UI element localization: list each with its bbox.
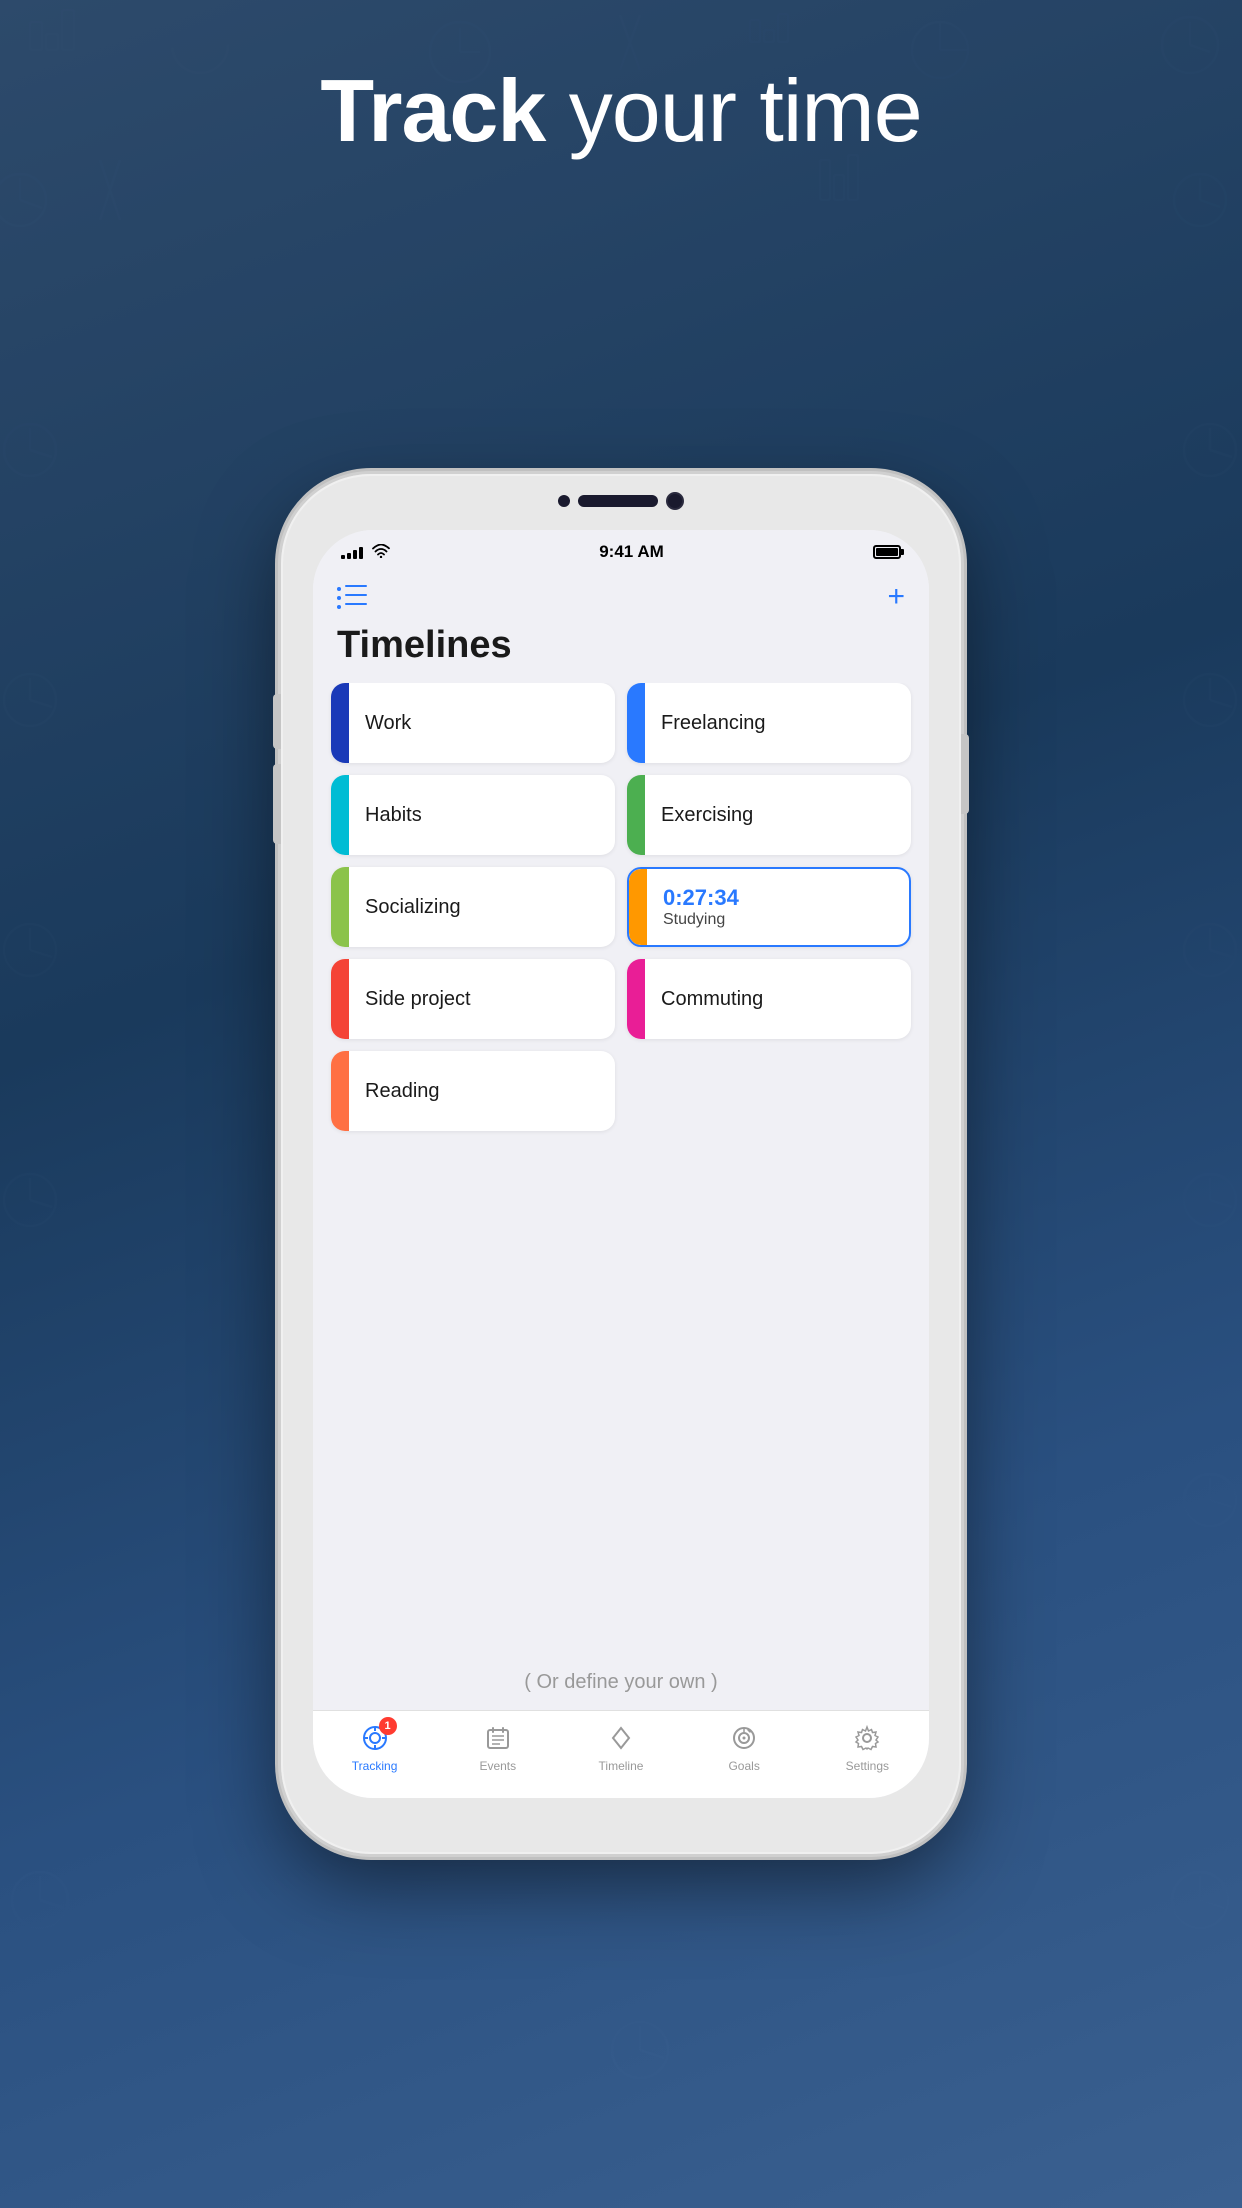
card-label-reading: Reading bbox=[349, 1080, 615, 1103]
timeline-card-freelancing[interactable]: Freelancing bbox=[627, 683, 911, 763]
timeline-card-exercising[interactable]: Exercising bbox=[627, 775, 911, 855]
events-tab-label: Events bbox=[479, 1759, 516, 1773]
card-label-habits: Habits bbox=[349, 804, 615, 827]
timeline-card-habits[interactable]: Habits bbox=[331, 775, 615, 855]
status-left bbox=[341, 544, 390, 561]
card-label-socializing: Socializing bbox=[349, 896, 615, 919]
hero-title: Track your time bbox=[0, 60, 1242, 162]
tab-events[interactable]: Events bbox=[458, 1721, 538, 1773]
tab-timeline[interactable]: Timeline bbox=[581, 1721, 661, 1773]
card-label-side-project: Side project bbox=[349, 988, 615, 1011]
card-accent-socializing bbox=[331, 867, 349, 947]
phone-body: 9:41 AM bbox=[281, 474, 961, 1854]
status-bar: 9:41 AM bbox=[313, 530, 929, 574]
power-button bbox=[961, 734, 969, 814]
card-accent-side-project bbox=[331, 959, 349, 1039]
volume-up-button bbox=[273, 694, 281, 749]
card-label-commuting: Commuting bbox=[645, 988, 911, 1011]
card-accent-studying bbox=[629, 869, 647, 945]
app-content: + Timelines Work Freelancing bbox=[313, 574, 929, 1798]
status-time: 9:41 AM bbox=[599, 542, 664, 562]
goals-tab-label: Goals bbox=[728, 1759, 759, 1773]
goals-icon-wrap bbox=[724, 1721, 764, 1755]
events-icon bbox=[484, 1724, 512, 1752]
timeline-card-work[interactable]: Work bbox=[331, 683, 615, 763]
phone-screen: 9:41 AM bbox=[313, 530, 929, 1798]
timeline-card-side-project[interactable]: Side project bbox=[331, 959, 615, 1039]
timeline-card-reading[interactable]: Reading bbox=[331, 1051, 615, 1131]
add-timeline-button[interactable]: + bbox=[887, 582, 905, 612]
goals-icon bbox=[730, 1724, 758, 1752]
timer-value: 0:27:34 bbox=[663, 885, 739, 911]
camera-area bbox=[558, 492, 684, 510]
events-icon-wrap bbox=[478, 1721, 518, 1755]
timeline-icon-wrap bbox=[601, 1721, 641, 1755]
tab-bar: 1 Tracking bbox=[313, 1710, 929, 1798]
tracking-badge: 1 bbox=[379, 1717, 397, 1735]
timeline-card-studying[interactable]: 0:27:34 Studying bbox=[627, 867, 911, 947]
card-accent-work bbox=[331, 683, 349, 763]
tracking-tab-label: Tracking bbox=[352, 1759, 398, 1773]
signal-icon bbox=[341, 545, 363, 559]
battery-icon bbox=[873, 545, 901, 559]
volume-down-button bbox=[273, 764, 281, 844]
timeline-card-commuting[interactable]: Commuting bbox=[627, 959, 911, 1039]
card-label-exercising: Exercising bbox=[645, 804, 911, 827]
timeline-card-socializing[interactable]: Socializing bbox=[331, 867, 615, 947]
settings-icon bbox=[853, 1724, 881, 1752]
define-own-text: ( Or define your own ) bbox=[313, 1647, 929, 1710]
tab-goals[interactable]: Goals bbox=[704, 1721, 784, 1773]
timeline-icon bbox=[607, 1724, 635, 1752]
card-timer-studying: 0:27:34 Studying bbox=[647, 885, 755, 929]
timer-label: Studying bbox=[663, 911, 739, 929]
page-title: Timelines bbox=[313, 620, 929, 683]
menu-button[interactable] bbox=[337, 585, 367, 609]
card-accent-habits bbox=[331, 775, 349, 855]
card-accent-exercising bbox=[627, 775, 645, 855]
card-label-freelancing: Freelancing bbox=[645, 712, 911, 735]
status-right bbox=[873, 545, 901, 559]
tab-tracking[interactable]: 1 Tracking bbox=[335, 1721, 415, 1773]
card-accent-freelancing bbox=[627, 683, 645, 763]
phone-frame: 9:41 AM bbox=[281, 474, 961, 1854]
card-accent-reading bbox=[331, 1051, 349, 1131]
tracking-icon-wrap: 1 bbox=[355, 1721, 395, 1755]
card-label-work: Work bbox=[349, 712, 615, 735]
front-camera bbox=[558, 495, 570, 507]
settings-tab-label: Settings bbox=[846, 1759, 889, 1773]
tab-settings[interactable]: Settings bbox=[827, 1721, 907, 1773]
wifi-icon bbox=[372, 544, 390, 561]
nav-bar: + bbox=[313, 574, 929, 620]
card-accent-commuting bbox=[627, 959, 645, 1039]
timeline-tab-label: Timeline bbox=[599, 1759, 644, 1773]
camera-dot bbox=[666, 492, 684, 510]
speaker bbox=[578, 495, 658, 507]
settings-icon-wrap bbox=[847, 1721, 887, 1755]
timelines-grid: Work Freelancing Habits E bbox=[313, 683, 929, 1647]
